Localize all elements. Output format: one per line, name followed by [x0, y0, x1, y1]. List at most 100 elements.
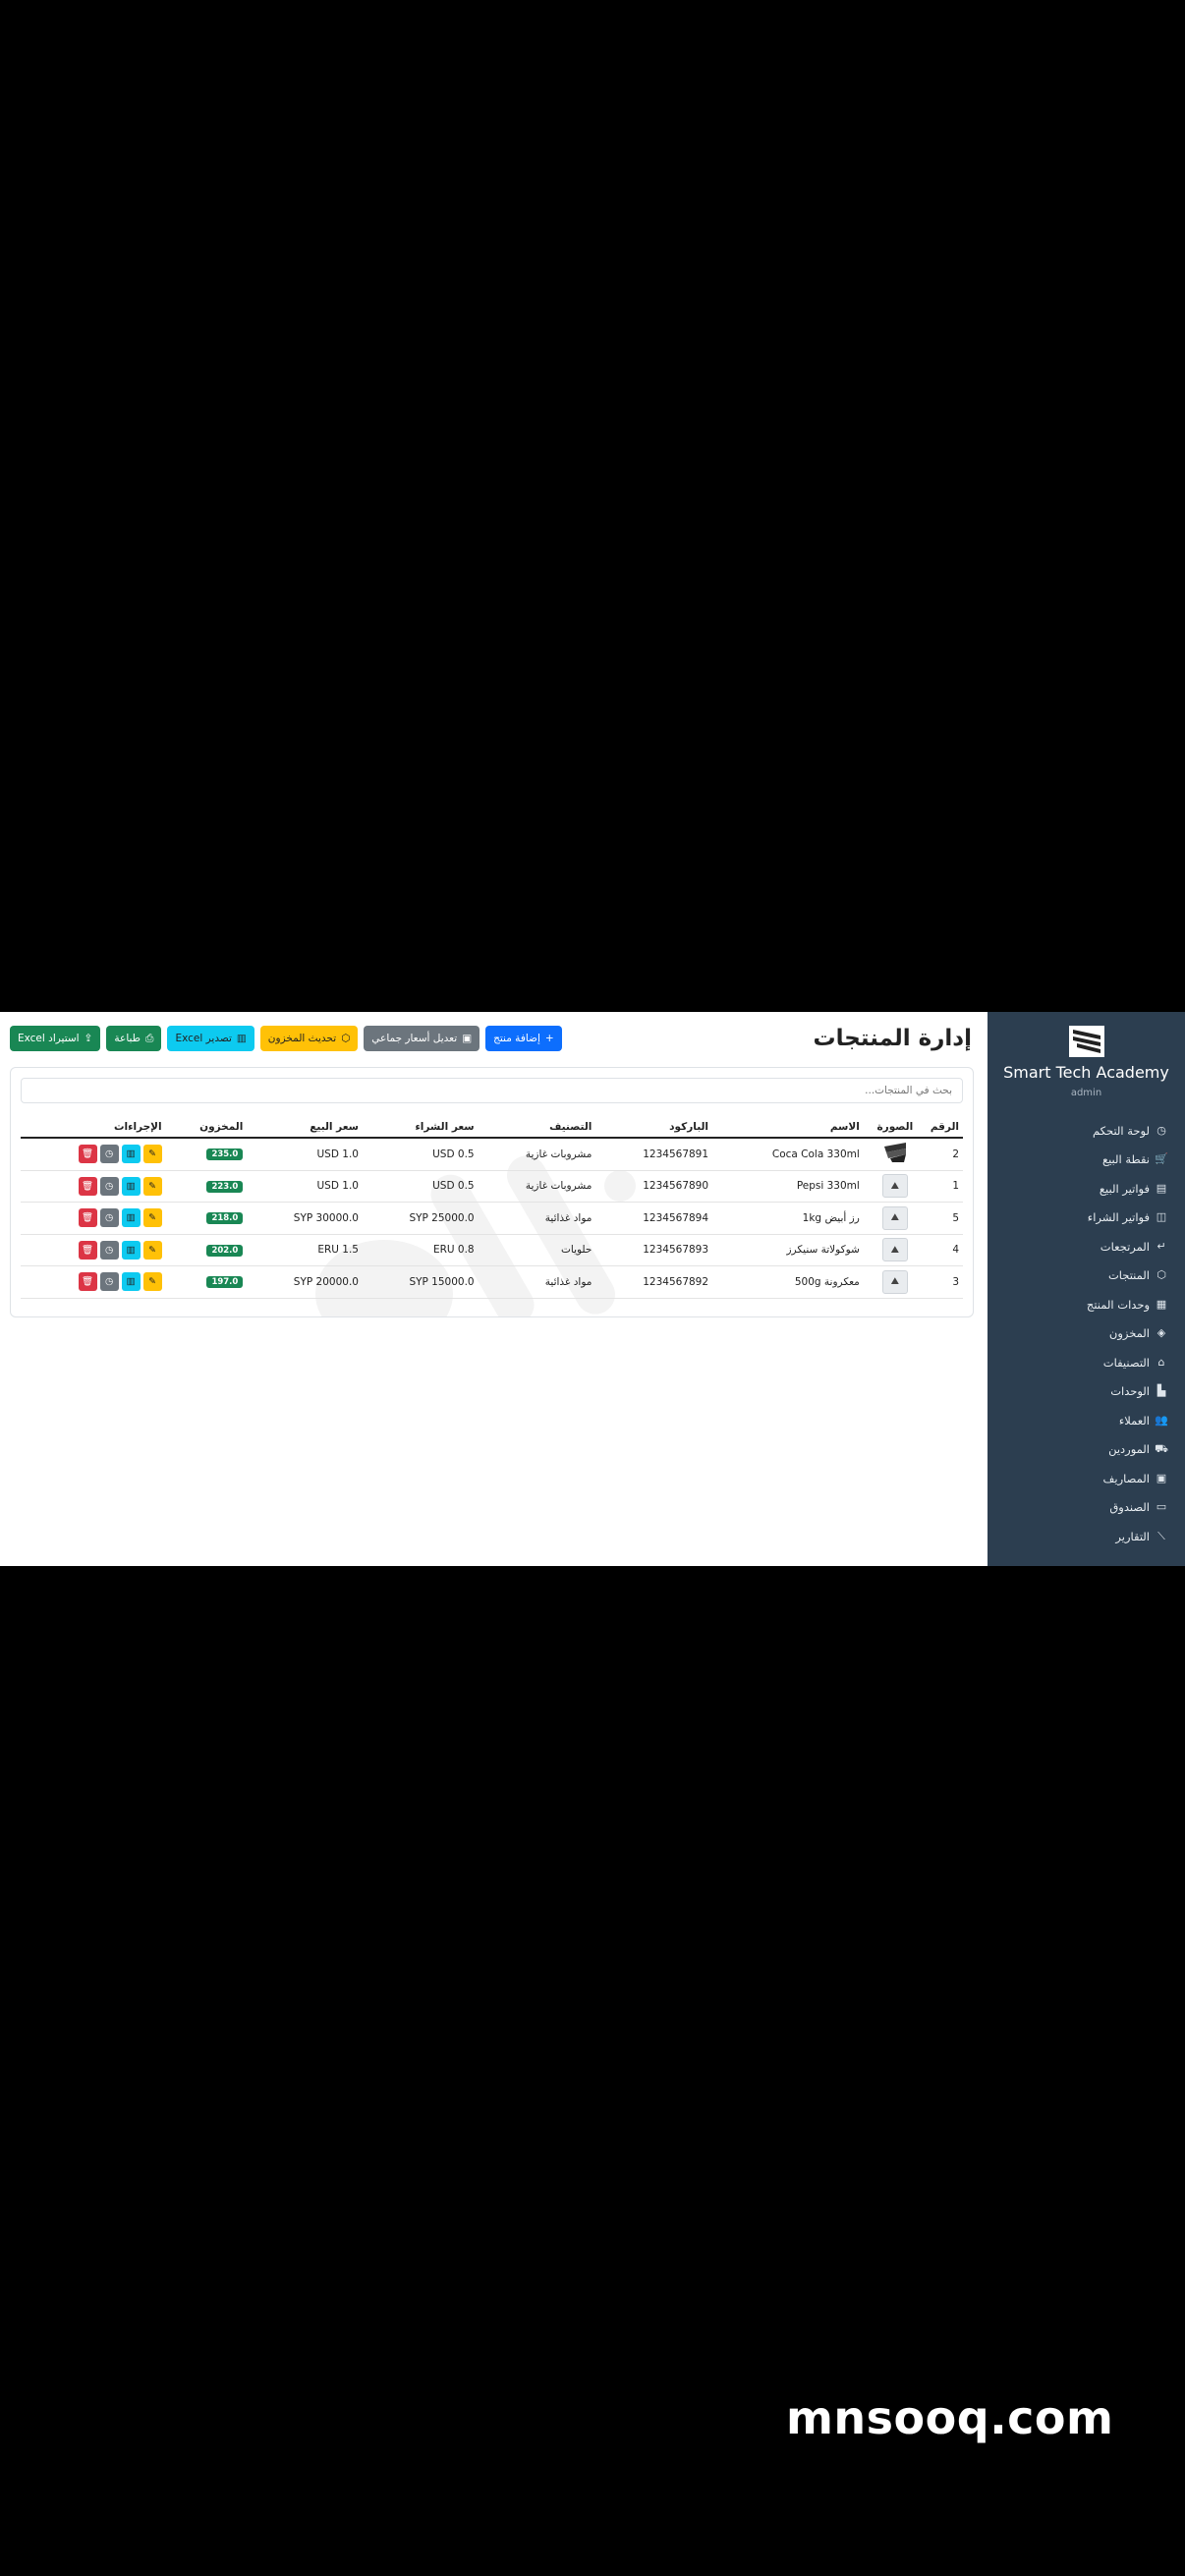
sidebar-item-0[interactable]: ◷ لوحة التحكم — [988, 1116, 1185, 1146]
col-image-header: الصورة — [863, 1117, 927, 1139]
sidebar-item-3[interactable]: ◫ فواتير الشراء — [988, 1204, 1185, 1233]
cell-actions: ✎ ▥ ◷ 🗑 — [21, 1234, 166, 1266]
product-photo — [883, 1143, 906, 1163]
update-stock-button[interactable]: ⬡ تحديث المخزون — [259, 1026, 359, 1051]
products-table: الرقم الصورة الاسم الباركود التصنيف سعر … — [21, 1117, 963, 1299]
col-actions-header: الإجراءات — [21, 1117, 166, 1139]
barcode-button[interactable]: ▥ — [121, 1208, 141, 1228]
cell-stock: 235.0 — [165, 1138, 248, 1171]
barcode-button[interactable]: ▥ — [121, 1145, 141, 1164]
barcode-button[interactable]: ▥ — [121, 1176, 141, 1196]
trash-icon: 🗑 — [82, 1148, 94, 1160]
pencil-icon: ✎ — [148, 1244, 157, 1256]
sidebar-item-2[interactable]: ▤ فواتير البيع — [988, 1174, 1185, 1204]
cell-category: مشروبات غازية — [478, 1138, 596, 1171]
cell-barcode: 1234567894 — [595, 1202, 713, 1235]
bulk-price-edit-button[interactable]: ▣ تعديل أسعار جماعي — [364, 1026, 480, 1051]
cell-category: مواد غذائية — [478, 1202, 596, 1235]
sidebar-item-10[interactable]: 👥 العملاء — [988, 1406, 1185, 1435]
sidebar-item-label: وحدات المنتج — [1086, 1297, 1150, 1312]
pencil-icon: ✎ — [148, 1148, 157, 1160]
history-button[interactable]: ◷ — [99, 1240, 119, 1260]
sidebar-item-label: التصنيفات — [1102, 1355, 1150, 1370]
cell-num: 4 — [926, 1234, 963, 1266]
products-table-body: 2 Coca Cola 330ml 1234567891 مشروبات غازية U… — [21, 1138, 963, 1299]
stock-badge: 235.0 — [206, 1148, 244, 1161]
bulk-price-edit-label: تعديل أسعار جماعي — [371, 1033, 458, 1044]
sidebar-item-11[interactable]: ⛟ الموردين — [988, 1435, 1185, 1465]
search-input[interactable] — [21, 1078, 963, 1103]
history-button[interactable]: ◷ — [99, 1176, 119, 1196]
image-placeholder-icon: ⛰ — [881, 1238, 908, 1262]
add-product-button[interactable]: + إضافة منتج — [485, 1026, 562, 1051]
delete-button[interactable]: 🗑 — [78, 1240, 97, 1260]
barcode-button[interactable]: ▥ — [121, 1240, 141, 1260]
sidebar-item-7[interactable]: ◈ المخزون — [988, 1319, 1185, 1349]
people-icon: 👥 — [1155, 1413, 1168, 1427]
cell-stock: 202.0 — [165, 1234, 248, 1266]
upload-icon: ⇪ — [84, 1033, 93, 1044]
cell-category: مواد غذائية — [478, 1265, 596, 1299]
barcode-icon: ▥ — [126, 1276, 136, 1288]
barcode-icon: ▥ — [126, 1148, 136, 1160]
sidebar-item-9[interactable]: ▙ الوحدات — [988, 1377, 1185, 1407]
table-row[interactable]: 3 ⛰ معكرونة 500g 1234567892 مواد غذائية SYP 1… — [21, 1265, 963, 1299]
trash-icon: 🗑 — [82, 1180, 94, 1192]
delete-button[interactable]: 🗑 — [78, 1272, 97, 1292]
edit-button[interactable]: ✎ — [142, 1208, 162, 1228]
cash-icon: ▣ — [462, 1033, 473, 1044]
edit-button[interactable]: ✎ — [142, 1145, 162, 1164]
sidebar-item-label: الوحدات — [1110, 1384, 1150, 1399]
barcode-button[interactable]: ▥ — [121, 1272, 141, 1292]
table-row[interactable]: 5 ⛰ رز أبيض 1kg 1234567894 مواد غذائية SYP 25… — [21, 1202, 963, 1235]
export-excel-button[interactable]: ▥ تصدير Excel — [167, 1026, 254, 1051]
print-label: طباعة — [114, 1033, 141, 1044]
sidebar-item-4[interactable]: ↵ المرتجعات — [988, 1232, 1185, 1261]
stock-badge: 218.0 — [206, 1212, 244, 1225]
print-button[interactable]: ⎙ طباعة — [106, 1026, 162, 1051]
delete-button[interactable]: 🗑 — [78, 1145, 97, 1164]
history-button[interactable]: ◷ — [99, 1272, 119, 1292]
bag-icon: ◫ — [1156, 1210, 1167, 1224]
sidebar-item-12[interactable]: ▣ المصاريف — [988, 1464, 1185, 1493]
cell-name: شوكولاتة سنيكرز — [712, 1234, 864, 1266]
site-watermark-text: mnsooq.com — [786, 2391, 1114, 2444]
table-row[interactable]: 1 ⛰ Pepsi 330ml 1234567890 مشروبات غازية USD … — [21, 1170, 963, 1203]
image-placeholder-icon: ⛰ — [881, 1269, 908, 1294]
import-excel-button[interactable]: ⇪ استيراد Excel — [10, 1026, 101, 1051]
sidebar-item-13[interactable]: ▭ الصندوق — [988, 1493, 1185, 1523]
import-excel-label: استيراد Excel — [18, 1033, 80, 1044]
delete-button[interactable]: 🗑 — [78, 1208, 97, 1228]
delete-button[interactable]: 🗑 — [78, 1176, 97, 1196]
cell-image: ⛰ — [863, 1265, 927, 1299]
history-button[interactable]: ◷ — [99, 1208, 119, 1228]
page-title: إدارة المنتجات — [813, 1026, 972, 1051]
sidebar-item-1[interactable]: 🛒 نقطة البيع — [988, 1146, 1185, 1175]
sidebar-item-14[interactable]: ⟋ التقارير — [988, 1522, 1185, 1551]
brand-name: Smart Tech Academy — [1003, 1063, 1169, 1082]
clock-icon: ◷ — [104, 1244, 114, 1256]
row-actions: ✎ ▥ ◷ 🗑 — [78, 1208, 162, 1228]
sidebar-item-8[interactable]: ⌂ التصنيفات — [988, 1348, 1185, 1377]
sidebar-item-5[interactable]: ⬡ المنتجات — [988, 1261, 1185, 1291]
table-row[interactable]: 4 ⛰ شوكولاتة سنيكرز 1234567893 حلويات ERU 0.8… — [21, 1234, 963, 1266]
edit-button[interactable]: ✎ — [142, 1176, 162, 1196]
cell-buy-price: USD 0.5 — [362, 1170, 479, 1203]
units-icon: ▙ — [1157, 1384, 1166, 1398]
user-role: admin — [1070, 1088, 1102, 1098]
boxes-icon: ▦ — [1156, 1297, 1167, 1311]
col-num-header: الرقم — [926, 1117, 963, 1139]
edit-button[interactable]: ✎ — [142, 1240, 162, 1260]
edit-button[interactable]: ✎ — [142, 1272, 162, 1292]
sidebar-item-label: نقطة البيع — [1101, 1152, 1150, 1167]
products-card: الرقم الصورة الاسم الباركود التصنيف سعر … — [10, 1067, 974, 1317]
sidebar-item-label: المصاريف — [1102, 1471, 1150, 1485]
clock-icon: ◷ — [104, 1212, 114, 1224]
warehouse-icon: ◈ — [1157, 1326, 1166, 1340]
cell-buy-price: SYP 25000.0 — [362, 1202, 479, 1235]
table-row[interactable]: 2 Coca Cola 330ml 1234567891 مشروبات غازية U… — [21, 1138, 963, 1171]
col-buy-price-header: سعر الشراء — [362, 1117, 479, 1139]
history-button[interactable]: ◷ — [99, 1145, 119, 1164]
sidebar-item-6[interactable]: ▦ وحدات المنتج — [988, 1290, 1185, 1319]
cell-barcode: 1234567892 — [595, 1265, 713, 1299]
